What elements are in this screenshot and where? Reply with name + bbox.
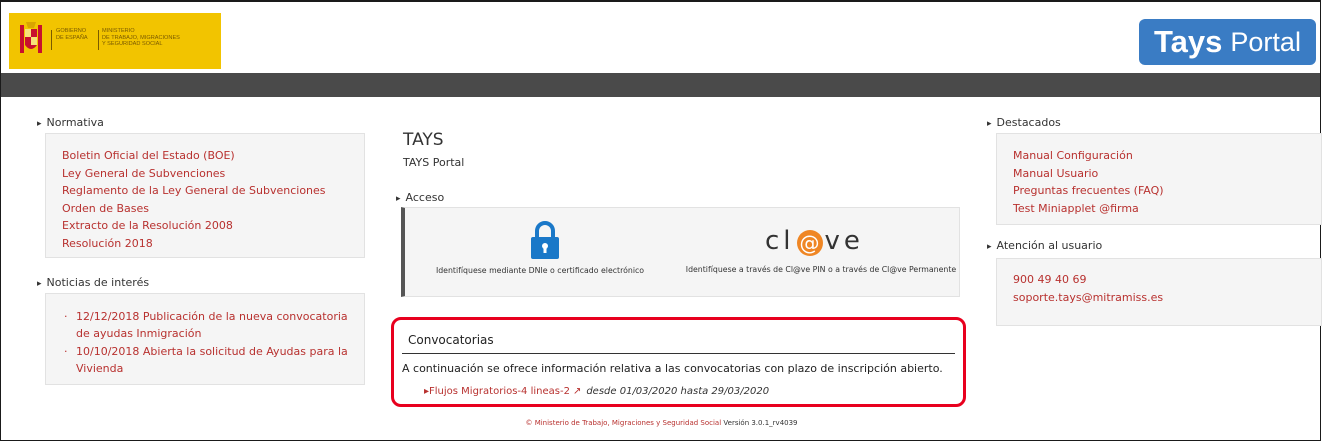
phone-link[interactable]: 900 49 40 69 [1013,271,1305,289]
ministerio-text: MINISTERIO DE TRABAJO, MIGRACIONES Y SEG… [102,28,180,48]
link-ley-general[interactable]: Ley General de Subvenciones [62,165,348,183]
nav-bar [1,73,1320,97]
link-orden-bases[interactable]: Orden de Bases [62,200,348,218]
convocatoria-dates: desde 01/03/2020 hasta 29/03/2020 [586,386,770,397]
convocatorias-panel: Convocatorias A continuación se ofrece i… [391,317,966,407]
gobierno-line: GOBIERNO [56,28,87,34]
email-link[interactable]: soporte.tays@mitramiss.es [1013,289,1305,307]
atencion-panel: 900 49 40 69 soporte.tays@mitramiss.es [996,258,1322,326]
brand-light: Portal [1230,26,1301,57]
destacados-panel: Manual Configuración Manual Usuario Preg… [996,133,1322,225]
external-link-icon[interactable]: ↗ [573,386,581,397]
acceso-title[interactable]: Acceso [396,191,445,204]
footer-version: Versión 3.0.1_rv4039 [723,419,798,427]
gobierno-text: GOBIERNO DE ESPAÑA [56,28,88,41]
link-boe[interactable]: Boletin Oficial del Estado (BOE) [62,147,348,165]
convocatoria-row: ▸Flujos Migratorios-4 lineas-2 ↗ desde 01/… [424,386,769,397]
logo-divider [51,30,52,50]
ministerio-line: Y SEGURIDAD SOCIAL [102,41,163,47]
government-logo[interactable]: GOBIERNO DE ESPAÑA MINISTERIO DE TRABAJO… [9,13,221,69]
link-reglamento[interactable]: Reglamento de la Ley General de Subvenci… [62,182,348,200]
normativa-panel: Boletin Oficial del Estado (BOE) Ley Gen… [45,133,365,258]
clave-logo[interactable]: cl @ ve [765,226,915,256]
header: GOBIERNO DE ESPAÑA MINISTERIO DE TRABAJO… [1,2,1320,71]
convocatorias-description: A continuación se ofrece información rel… [402,362,943,375]
link-test-miniapplet[interactable]: Test Miniapplet @firma [1013,200,1305,218]
acceso-panel: Identifíquese mediante DNIe o certificad… [401,207,960,297]
news-item[interactable]: 10/10/2018 Abierta la solicitud de Ayuda… [60,343,352,377]
clave-logo-post: ve [824,226,864,256]
brand-strong: Tays [1154,24,1223,59]
link-faq[interactable]: Preguntas frecuentes (FAQ) [1013,182,1305,200]
news-item[interactable]: 12/12/2018 Publicación de la nueva convo… [60,308,352,342]
coat-of-arms-icon [20,22,42,53]
lock-icon[interactable] [529,220,561,260]
tays-portal-logo[interactable]: Tays Portal [1139,19,1316,65]
logo-divider [98,30,99,50]
noticias-title[interactable]: Noticias de interés [37,276,150,289]
clave-login-text[interactable]: Identifíquese a través de Cl@ve PIN o a … [685,264,957,276]
link-manual-configuracion[interactable]: Manual Configuración [1013,147,1305,165]
link-resolucion[interactable]: Resolución 2018 [62,235,348,253]
link-extracto[interactable]: Extracto de la Resolución 2008 [62,217,348,235]
link-manual-usuario[interactable]: Manual Usuario [1013,165,1305,183]
atencion-title[interactable]: Atención al usuario [987,239,1103,252]
normativa-title[interactable]: Normativa [37,116,104,129]
footer: © Ministerio de Trabajo, Migraciones y S… [0,419,1323,427]
dnie-login-text[interactable]: Identifíquese mediante DNIe o certificad… [405,266,675,275]
footer-copyright[interactable]: © Ministerio de Trabajo, Migraciones y S… [525,419,721,427]
clave-at-icon: @ [796,230,823,256]
noticias-panel: 12/12/2018 Publicación de la nueva convo… [45,293,365,385]
gobierno-line: DE ESPAÑA [56,34,88,41]
clave-logo-pre: cl [765,226,795,256]
destacados-title[interactable]: Destacados [987,116,1061,129]
divider [402,353,955,354]
page-title: TAYS [403,130,444,150]
convocatoria-link[interactable]: ▸Flujos Migratorios-4 lineas-2 [424,386,570,397]
page-subtitle: TAYS Portal [403,156,465,169]
convocatorias-title: Convocatorias [408,333,494,347]
